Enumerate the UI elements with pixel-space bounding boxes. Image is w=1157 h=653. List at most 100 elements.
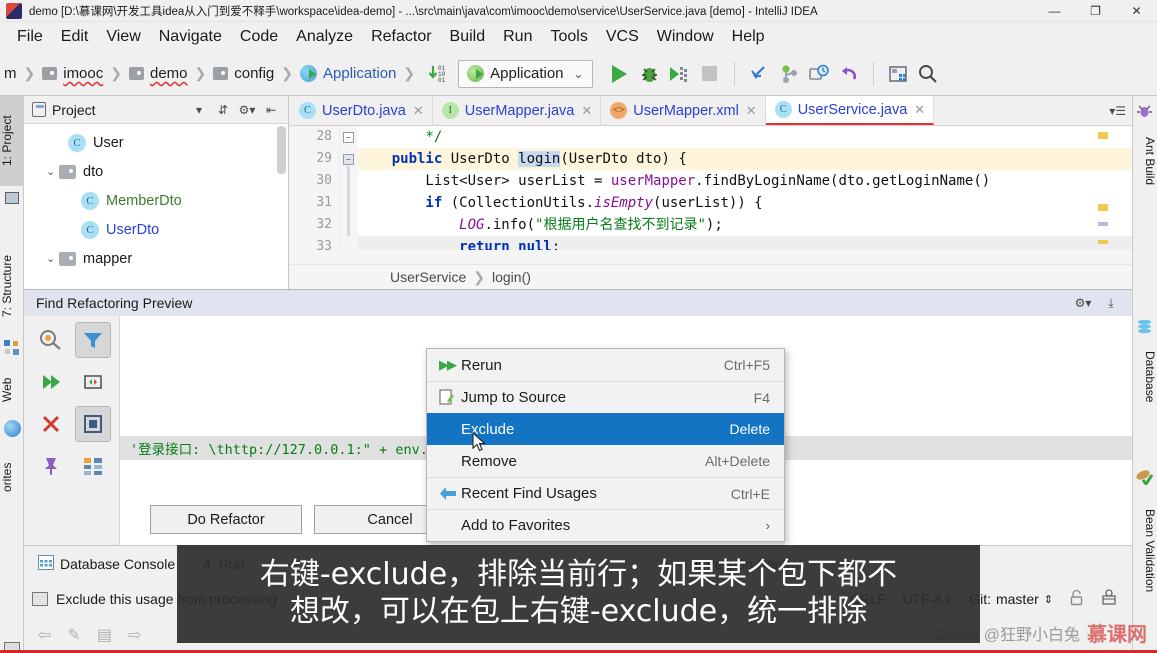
settings-gear-icon-find[interactable]: ⚙▾ [1072, 292, 1094, 314]
menu-build[interactable]: Build [441, 26, 495, 48]
breadcrumb-demo[interactable]: demo [128, 65, 188, 82]
menu-file[interactable]: File [8, 26, 52, 48]
code-folding-column[interactable]: − − [340, 126, 358, 264]
close-icon[interactable]: ✕ [581, 103, 592, 119]
breadcrumb-method[interactable]: login() [492, 269, 531, 285]
menu-code[interactable]: Code [231, 26, 287, 48]
stop-button[interactable] [695, 60, 725, 88]
close-icon[interactable]: ✕ [746, 103, 757, 119]
preview-usages-button[interactable] [75, 364, 111, 400]
fold-minus-icon-2[interactable]: − [343, 154, 354, 165]
editor-tab-overflow-button[interactable]: ▾☰ [1103, 96, 1132, 125]
run-configuration-selector[interactable]: Application ⌄ [458, 59, 593, 88]
project-view-dropdown-icon[interactable]: ▾ [188, 99, 210, 121]
fold-minus-icon[interactable]: − [343, 132, 354, 143]
warning-stripe-3[interactable] [1098, 222, 1108, 226]
list-icon-mini[interactable]: ▤ [97, 625, 112, 645]
sidebar-tab-favorites[interactable]: orites [0, 446, 24, 508]
do-refactor-button[interactable]: Do Refactor [150, 505, 302, 534]
warning-stripe-4[interactable] [1098, 240, 1108, 244]
sidebar-tab-bean-validation[interactable]: Bean Validation [1132, 488, 1157, 614]
tab-usermapper-xml[interactable]: <> UserMapper.xml ✕ [601, 96, 766, 125]
commit-button[interactable] [774, 60, 804, 88]
menu-refactor[interactable]: Refactor [362, 26, 440, 48]
update-project-button[interactable] [744, 60, 774, 88]
debug-button[interactable] [635, 60, 665, 88]
menu-item-shortcut: Ctrl+F5 [723, 357, 770, 373]
forward-arrow-icon-mini[interactable]: ⇨ [128, 625, 141, 645]
menu-tools[interactable]: Tools [541, 26, 596, 48]
breadcrumb-imooc[interactable]: imooc [42, 65, 103, 82]
settings-gear-icon[interactable]: ⚙▾ [236, 99, 258, 121]
sidebar-tab-database[interactable]: Database [1132, 338, 1157, 416]
edit-icon-mini[interactable]: ✎ [67, 625, 80, 645]
project-scrollbar[interactable] [277, 126, 286, 174]
tab-userservice-java[interactable]: C UserService.java ✕ [765, 96, 935, 125]
sidebar-tab-ant-build[interactable]: Ant Build [1132, 122, 1157, 200]
sidebar-tab-project[interactable]: 1: Project [0, 96, 24, 186]
run-button[interactable] [605, 60, 635, 88]
sidebar-tab-structure[interactable]: 7: Structure [0, 236, 24, 336]
run-with-coverage-button[interactable] [665, 60, 695, 88]
exclude-checkbox-icon-status[interactable] [32, 592, 48, 606]
line-number: 32 [316, 217, 332, 232]
search-everywhere-button[interactable] [913, 60, 943, 88]
tree-node-memberdto[interactable]: C MemberDto [24, 186, 288, 215]
expand-arrow-icon-mapper[interactable]: ⌄ [46, 252, 59, 265]
tree-node-mapper[interactable]: ⌄ mapper [24, 244, 288, 273]
lock-icon[interactable] [1069, 589, 1084, 609]
breadcrumb-application[interactable]: Application [300, 65, 396, 82]
rollback-button[interactable] [834, 60, 864, 88]
settings-button-2[interactable] [33, 448, 69, 484]
hide-panel-icon[interactable]: ⇤ [260, 99, 282, 121]
breadcrumb-root[interactable]: m [4, 65, 17, 82]
group-by-button[interactable] [74, 406, 111, 442]
close-button[interactable]: ✕ [1116, 0, 1157, 22]
filter-button[interactable] [74, 322, 111, 358]
menu-item-rerun[interactable]: ▶▶ Rerun Ctrl+F5 [427, 349, 784, 381]
expand-arrow-icon-dto[interactable]: ⌄ [46, 165, 59, 178]
settings-button-find[interactable] [33, 322, 69, 358]
menu-view[interactable]: View [97, 26, 149, 48]
bottom-tab-database-console[interactable]: Database Console [24, 554, 189, 573]
menu-help[interactable]: Help [723, 26, 774, 48]
tree-node-dto[interactable]: ⌄ dto [24, 157, 288, 186]
tree-node-user[interactable]: C User [24, 128, 288, 157]
menu-analyze[interactable]: Analyze [287, 26, 362, 48]
breadcrumb-config[interactable]: config [213, 65, 274, 82]
svg-text:01: 01 [438, 77, 446, 84]
code-view[interactable]: 28 29 30 31 32 33 − − */ public UserDto … [290, 126, 1132, 264]
close-usages-button[interactable] [33, 406, 69, 442]
rerun-button-find[interactable] [33, 364, 69, 400]
breadcrumb-class[interactable]: UserService [390, 269, 466, 285]
tab-userdto-java[interactable]: C UserDto.java ✕ [290, 96, 433, 125]
run-config-app-icon [467, 65, 485, 82]
reader-mode-icon[interactable] [1100, 589, 1118, 609]
select-run-configuration-icon[interactable]: 01 10 01 [422, 60, 452, 88]
dialog-button-row: Do Refactor Cancel [150, 505, 466, 534]
menu-run[interactable]: Run [494, 26, 541, 48]
close-icon[interactable]: ✕ [914, 102, 925, 118]
menu-item-add-to-favorites[interactable]: Add to Favorites › [427, 509, 784, 541]
warning-stripe-2[interactable] [1098, 204, 1108, 211]
minimize-button[interactable]: — [1034, 0, 1075, 22]
collapse-all-icon[interactable]: ⇵ [212, 99, 234, 121]
sidebar-tab-web[interactable]: Web [0, 364, 24, 416]
close-icon[interactable]: ✕ [413, 103, 424, 119]
menu-vcs[interactable]: VCS [597, 26, 648, 48]
maximize-button[interactable]: ❐ [1075, 0, 1116, 22]
tab-usermapper-java[interactable]: I UserMapper.java ✕ [432, 96, 602, 125]
menu-window[interactable]: Window [648, 26, 723, 48]
group-structure-button[interactable] [75, 448, 111, 484]
menu-item-jump-to-source[interactable]: Jump to Source F4 [427, 381, 784, 413]
menu-item-recent-find-usages[interactable]: Recent Find Usages Ctrl+E [427, 477, 784, 509]
back-arrow-icon-mini[interactable]: ⇦ [38, 625, 51, 645]
status-branch[interactable]: master [996, 591, 1039, 607]
hide-panel-icon-find[interactable]: ⤓ [1100, 292, 1122, 314]
menu-navigate[interactable]: Navigate [150, 26, 231, 48]
warning-stripe-1[interactable] [1098, 132, 1108, 139]
tree-node-userdto[interactable]: C UserDto [24, 215, 288, 244]
menu-edit[interactable]: Edit [52, 26, 98, 48]
history-button[interactable] [804, 60, 834, 88]
structure-button[interactable] [883, 60, 913, 88]
